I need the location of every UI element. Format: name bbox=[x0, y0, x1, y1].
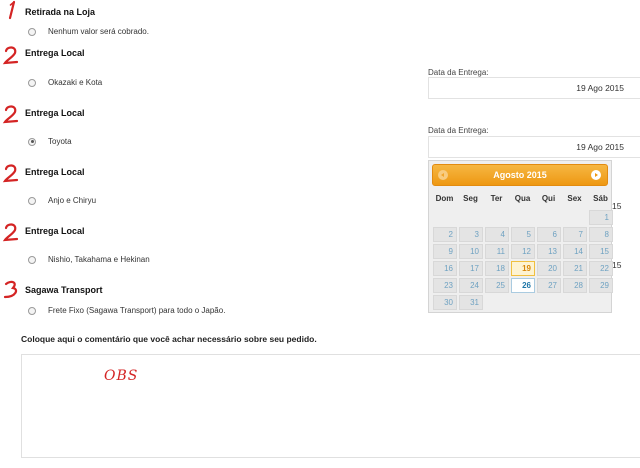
calendar-day[interactable]: 22 bbox=[589, 261, 613, 276]
calendar-day[interactable]: 23 bbox=[433, 278, 457, 293]
weekday-header: Sex bbox=[567, 194, 582, 203]
section-heading: Entrega Local bbox=[25, 108, 85, 118]
option-label: Nishio, Takahama e Hekinan bbox=[48, 255, 150, 264]
calendar-day[interactable]: 4 bbox=[485, 227, 509, 242]
calendar-day-today[interactable]: 19 bbox=[511, 261, 535, 276]
step-marker-1 bbox=[2, 0, 20, 20]
step-marker-2 bbox=[2, 163, 20, 183]
obs-annotation: OBS bbox=[104, 368, 139, 384]
delivery-date-input[interactable]: 19 Ago 2015 bbox=[428, 77, 640, 99]
calendar-day[interactable]: 13 bbox=[537, 244, 561, 259]
option-label: Toyota bbox=[48, 137, 72, 146]
calendar-day[interactable]: 20 bbox=[537, 261, 561, 276]
delivery-date-partial[interactable]: 15 bbox=[612, 201, 621, 211]
calendar-day[interactable]: 29 bbox=[589, 278, 613, 293]
calendar-day[interactable]: 11 bbox=[485, 244, 509, 259]
option-label: Frete Fixo (Sagawa Transport) para todo … bbox=[48, 306, 226, 315]
calendar-day[interactable]: 7 bbox=[563, 227, 587, 242]
option-label: Nenhum valor será cobrado. bbox=[48, 27, 149, 36]
calendar-day[interactable]: 8 bbox=[589, 227, 613, 242]
weekday-header: Sáb bbox=[593, 194, 608, 203]
calendar-day[interactable]: 25 bbox=[485, 278, 509, 293]
weekday-header: Qui bbox=[541, 194, 556, 203]
calendar-day[interactable]: 2 bbox=[433, 227, 457, 242]
shipping-option[interactable]: Okazaki e Kota bbox=[28, 78, 102, 87]
calendar-day[interactable]: 18 bbox=[485, 261, 509, 276]
radio-button[interactable] bbox=[28, 196, 36, 205]
shipping-option[interactable]: Nishio, Takahama e Hekinan bbox=[28, 255, 150, 264]
section-heading: Entrega Local bbox=[25, 226, 85, 236]
calendar-header: Agosto 2015 bbox=[432, 164, 608, 186]
weekday-header: Dom bbox=[435, 194, 454, 203]
step-marker-3 bbox=[2, 280, 20, 300]
delivery-date-partial[interactable]: 15 bbox=[612, 260, 621, 270]
datepicker-calendar: Agosto 2015 Dom Seg Ter Qua Qui Sex Sáb 1 2 3 4 5 6 7… bbox=[428, 160, 613, 313]
calendar-day[interactable]: 5 bbox=[511, 227, 535, 242]
calendar-day[interactable]: 28 bbox=[563, 278, 587, 293]
delivery-date-label: Data da Entrega: bbox=[428, 126, 489, 135]
calendar-day[interactable]: 10 bbox=[459, 244, 483, 259]
radio-button[interactable] bbox=[28, 78, 36, 87]
weekday-header: Seg bbox=[463, 194, 478, 203]
calendar-day[interactable]: 15 bbox=[589, 244, 613, 259]
calendar-day[interactable]: 30 bbox=[433, 295, 457, 310]
calendar-day[interactable]: 24 bbox=[459, 278, 483, 293]
calendar-day[interactable]: 17 bbox=[459, 261, 483, 276]
shipping-option[interactable]: Nenhum valor será cobrado. bbox=[28, 27, 149, 36]
delivery-date-label: Data da Entrega: bbox=[428, 68, 489, 77]
calendar-day[interactable]: 3 bbox=[459, 227, 483, 242]
section-heading: Entrega Local bbox=[25, 48, 85, 58]
section-heading: Sagawa Transport bbox=[25, 285, 103, 295]
option-label: Anjo e Chiryu bbox=[48, 196, 97, 205]
radio-button[interactable] bbox=[28, 27, 36, 36]
calendar-day[interactable]: 9 bbox=[433, 244, 457, 259]
calendar-day[interactable]: 1 bbox=[589, 210, 613, 225]
step-marker-2 bbox=[2, 104, 20, 124]
weekday-header: Qua bbox=[514, 194, 531, 203]
calendar-day[interactable]: 12 bbox=[511, 244, 535, 259]
shipping-option[interactable]: Anjo e Chiryu bbox=[28, 196, 96, 205]
calendar-day[interactable]: 6 bbox=[537, 227, 561, 242]
calendar-day[interactable]: 31 bbox=[459, 295, 483, 310]
weekday-header: Ter bbox=[490, 194, 503, 203]
radio-button-selected[interactable] bbox=[28, 137, 36, 146]
calendar-title: Agosto 2015 bbox=[493, 170, 547, 180]
option-label: Okazaki e Kota bbox=[48, 78, 103, 87]
section-heading: Entrega Local bbox=[25, 167, 85, 177]
calendar-day[interactable]: 14 bbox=[563, 244, 587, 259]
radio-button[interactable] bbox=[28, 306, 36, 315]
section-heading: Retirada na Loja bbox=[25, 7, 96, 17]
radio-button[interactable] bbox=[28, 255, 36, 264]
delivery-date-input[interactable]: 19 Ago 2015 bbox=[428, 136, 640, 158]
calendar-day[interactable]: 21 bbox=[563, 261, 587, 276]
shipping-option[interactable]: Toyota bbox=[28, 137, 72, 146]
step-marker-2 bbox=[2, 222, 20, 242]
comment-label: Coloque aqui o comentário que você achar… bbox=[21, 334, 317, 344]
calendar-day-selected[interactable]: 26 bbox=[511, 278, 535, 293]
shipping-option[interactable]: Frete Fixo (Sagawa Transport) para todo … bbox=[28, 306, 225, 315]
calendar-day[interactable]: 27 bbox=[537, 278, 561, 293]
calendar-day[interactable]: 16 bbox=[433, 261, 457, 276]
next-month-icon[interactable] bbox=[591, 170, 601, 180]
step-marker-2 bbox=[2, 45, 20, 65]
